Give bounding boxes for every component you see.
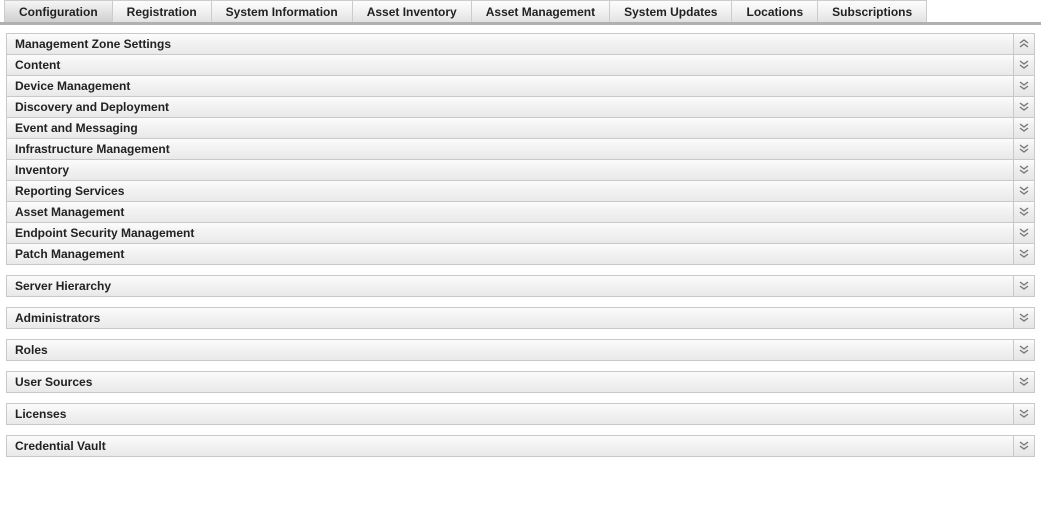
tab-label: Asset Management <box>486 5 595 19</box>
tab-subscriptions[interactable]: Subscriptions <box>817 0 927 22</box>
panel-event-and-messaging[interactable]: Event and Messaging <box>7 118 1034 139</box>
tab-asset-management[interactable]: Asset Management <box>471 0 610 22</box>
panel-label: User Sources <box>7 372 1013 392</box>
panel-management-zone-settings[interactable]: Management Zone Settings <box>7 34 1034 55</box>
panel-label: Event and Messaging <box>7 118 1013 138</box>
chevron-down-icon[interactable] <box>1013 404 1034 424</box>
panel-device-management[interactable]: Device Management <box>7 76 1034 97</box>
tab-asset-inventory[interactable]: Asset Inventory <box>352 0 472 22</box>
chevron-down-icon[interactable] <box>1013 139 1034 159</box>
panel-asset-management[interactable]: Asset Management <box>7 202 1034 223</box>
tab-system-information[interactable]: System Information <box>211 0 353 22</box>
tab-system-updates[interactable]: System Updates <box>609 0 732 22</box>
chevron-down-icon[interactable] <box>1013 308 1034 328</box>
chevron-down-icon[interactable] <box>1013 55 1034 75</box>
tab-configuration[interactable]: Configuration <box>4 0 113 22</box>
panel-administrators[interactable]: Administrators <box>7 308 1034 329</box>
tab-bar: Configuration Registration System Informat… <box>0 0 1041 25</box>
chevron-down-icon[interactable] <box>1013 223 1034 243</box>
panel-credential-vault[interactable]: Credential Vault <box>7 436 1034 457</box>
tab-locations[interactable]: Locations <box>731 0 818 22</box>
panel-user-sources[interactable]: User Sources <box>7 372 1034 393</box>
tab-label: Subscriptions <box>832 5 912 19</box>
panel-label: Reporting Services <box>7 181 1013 201</box>
panel-group: Credential Vault <box>6 435 1035 457</box>
tab-label: Registration <box>127 5 197 19</box>
panel-label: Roles <box>7 340 1013 360</box>
tab-label: System Updates <box>624 5 717 19</box>
chevron-down-icon[interactable] <box>1013 276 1034 296</box>
panel-endpoint-security-management[interactable]: Endpoint Security Management <box>7 223 1034 244</box>
tab-label: Configuration <box>19 5 98 19</box>
chevron-down-icon[interactable] <box>1013 372 1034 392</box>
panel-group: Management Zone SettingsContentDevice Ma… <box>6 33 1035 265</box>
panel-discovery-and-deployment[interactable]: Discovery and Deployment <box>7 97 1034 118</box>
panel-label: Inventory <box>7 160 1013 180</box>
panel-patch-management[interactable]: Patch Management <box>7 244 1034 265</box>
panel-group: Server Hierarchy <box>6 275 1035 297</box>
panel-licenses[interactable]: Licenses <box>7 404 1034 425</box>
tab-registration[interactable]: Registration <box>112 0 212 22</box>
panel-label: Credential Vault <box>7 436 1013 456</box>
panel-content[interactable]: Content <box>7 55 1034 76</box>
chevron-down-icon[interactable] <box>1013 181 1034 201</box>
chevron-down-icon[interactable] <box>1013 118 1034 138</box>
panel-label: Licenses <box>7 404 1013 424</box>
panel-label: Patch Management <box>7 244 1013 264</box>
panel-group: Administrators <box>6 307 1035 329</box>
chevron-down-icon[interactable] <box>1013 97 1034 117</box>
panel-roles[interactable]: Roles <box>7 340 1034 361</box>
panel-label: Server Hierarchy <box>7 276 1013 296</box>
panel-label: Management Zone Settings <box>7 34 1013 54</box>
chevron-down-icon[interactable] <box>1013 160 1034 180</box>
chevron-down-icon[interactable] <box>1013 436 1034 456</box>
panel-group: Licenses <box>6 403 1035 425</box>
panel-reporting-services[interactable]: Reporting Services <box>7 181 1034 202</box>
panel-inventory[interactable]: Inventory <box>7 160 1034 181</box>
panel-label: Device Management <box>7 76 1013 96</box>
panel-group: Roles <box>6 339 1035 361</box>
tab-label: Asset Inventory <box>367 5 457 19</box>
tab-label: Locations <box>746 5 803 19</box>
tab-label: System Information <box>226 5 338 19</box>
panel-label: Asset Management <box>7 202 1013 222</box>
panel-label: Content <box>7 55 1013 75</box>
panel-label: Endpoint Security Management <box>7 223 1013 243</box>
chevron-down-icon[interactable] <box>1013 76 1034 96</box>
panel-label: Infrastructure Management <box>7 139 1013 159</box>
chevron-down-icon[interactable] <box>1013 244 1034 264</box>
panel-server-hierarchy[interactable]: Server Hierarchy <box>7 276 1034 297</box>
panel-label: Discovery and Deployment <box>7 97 1013 117</box>
panel-label: Administrators <box>7 308 1013 328</box>
panel-group: User Sources <box>6 371 1035 393</box>
panel-infrastructure-management[interactable]: Infrastructure Management <box>7 139 1034 160</box>
chevron-down-icon[interactable] <box>1013 202 1034 222</box>
config-panels: Management Zone SettingsContentDevice Ma… <box>0 25 1041 473</box>
chevron-down-icon[interactable] <box>1013 340 1034 360</box>
chevron-up-icon[interactable] <box>1013 34 1034 54</box>
